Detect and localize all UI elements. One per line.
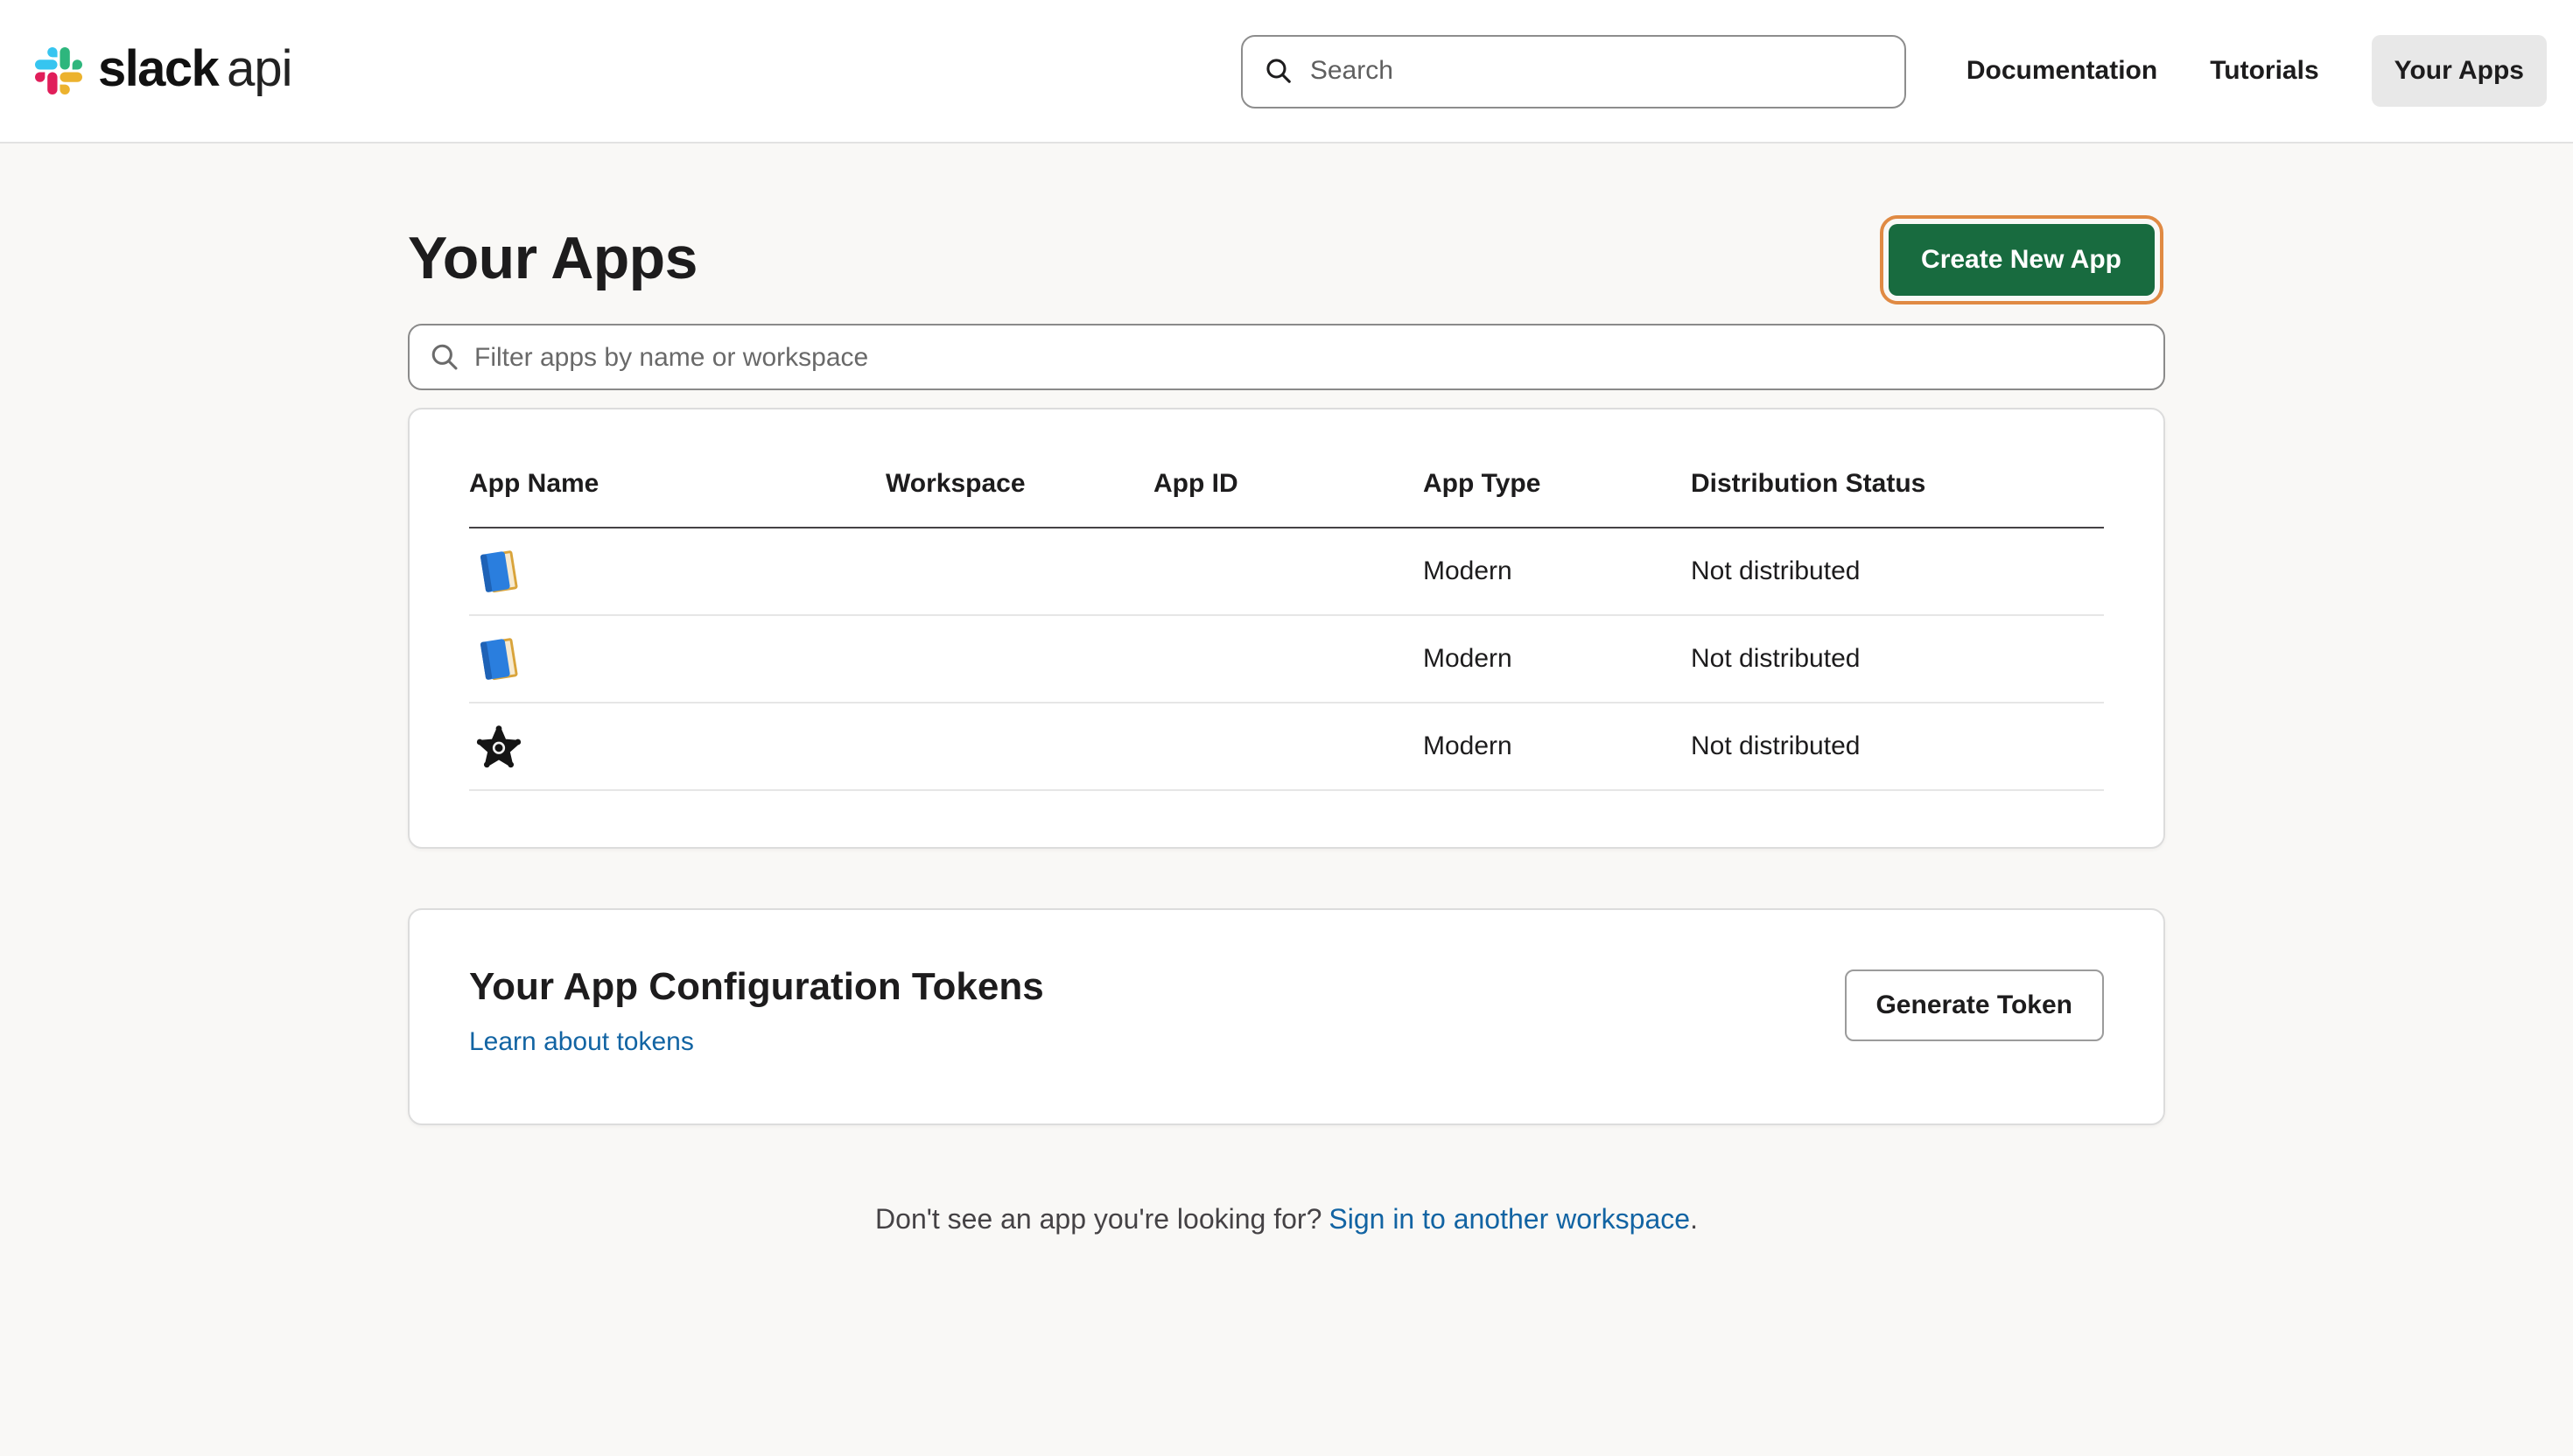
- column-app-type: App Type: [1423, 469, 1691, 499]
- blue-book-icon: [473, 546, 523, 597]
- header-nav: Documentation Tutorials Your Apps: [1967, 35, 2547, 107]
- blue-book-icon: [473, 634, 523, 684]
- apps-table-card: App Name Workspace App ID App Type Distr…: [408, 408, 2165, 849]
- table-row[interactable]: Modern Not distributed: [469, 616, 2104, 704]
- column-distribution-status: Distribution Status: [1691, 469, 2104, 499]
- black-star-icon: [473, 720, 525, 773]
- cell-distribution-status: Not distributed: [1691, 644, 2104, 674]
- brand-api: api: [227, 42, 291, 100]
- footer-prompt-row: Don't see an app you're looking for?Sign…: [408, 1206, 2165, 1237]
- footer-prompt-text: Don't see an app you're looking for?: [875, 1206, 1322, 1236]
- table-row[interactable]: Modern Not distributed: [469, 528, 2104, 616]
- cell-app-type: Modern: [1423, 644, 1691, 674]
- table-row[interactable]: Modern Not distributed: [469, 704, 2104, 791]
- main-content: Your Apps Create New App App Name Worksp…: [408, 224, 2165, 1237]
- slack-logo-icon: [35, 47, 82, 94]
- site-header: slack api Documentation Tutorials Your A…: [0, 0, 2573, 144]
- brand-slack: slack: [98, 42, 218, 100]
- nav-documentation[interactable]: Documentation: [1967, 56, 2157, 86]
- slack-api-logo[interactable]: slack api: [35, 42, 292, 100]
- header-search: [1242, 34, 1907, 108]
- filter-apps-input[interactable]: [474, 342, 2144, 372]
- learn-about-tokens-link[interactable]: Learn about tokens: [469, 1027, 694, 1057]
- cell-app-name: [469, 634, 886, 684]
- cell-distribution-status: Not distributed: [1691, 556, 2104, 586]
- filter-apps-box: [408, 324, 2165, 390]
- tokens-card-text: Your App Configuration Tokens Learn abou…: [469, 964, 1044, 1059]
- page: slack api Documentation Tutorials Your A…: [0, 0, 2573, 1456]
- apps-table-header: App Name Workspace App ID App Type Distr…: [469, 455, 2104, 528]
- column-app-name: App Name: [469, 469, 886, 499]
- cell-app-type: Modern: [1423, 732, 1691, 761]
- page-head: Your Apps Create New App: [408, 224, 2165, 296]
- cell-distribution-status: Not distributed: [1691, 732, 2104, 761]
- page-title: Your Apps: [408, 226, 698, 294]
- cell-app-name: [469, 546, 886, 597]
- generate-token-button[interactable]: Generate Token: [1844, 970, 2104, 1041]
- apps-table-body: Modern Not distributed Modern Not distri…: [469, 528, 2104, 791]
- tokens-card-title: Your App Configuration Tokens: [469, 964, 1044, 1010]
- cell-app-type: Modern: [1423, 556, 1691, 586]
- cell-app-name: [469, 720, 886, 773]
- sign-in-another-workspace-link[interactable]: Sign in to another workspace: [1329, 1206, 1690, 1236]
- footer-suffix: .: [1690, 1206, 1698, 1236]
- nav-your-apps[interactable]: Your Apps: [2372, 35, 2547, 107]
- tokens-card: Your App Configuration Tokens Learn abou…: [408, 908, 2165, 1125]
- create-new-app-button[interactable]: Create New App: [1888, 224, 2155, 296]
- filter-search-icon: [429, 341, 460, 373]
- search-icon: [1265, 56, 1294, 86]
- nav-tutorials[interactable]: Tutorials: [2210, 56, 2318, 86]
- column-workspace: Workspace: [886, 469, 1153, 499]
- search-input[interactable]: [1310, 56, 1884, 86]
- column-app-id: App ID: [1153, 469, 1423, 499]
